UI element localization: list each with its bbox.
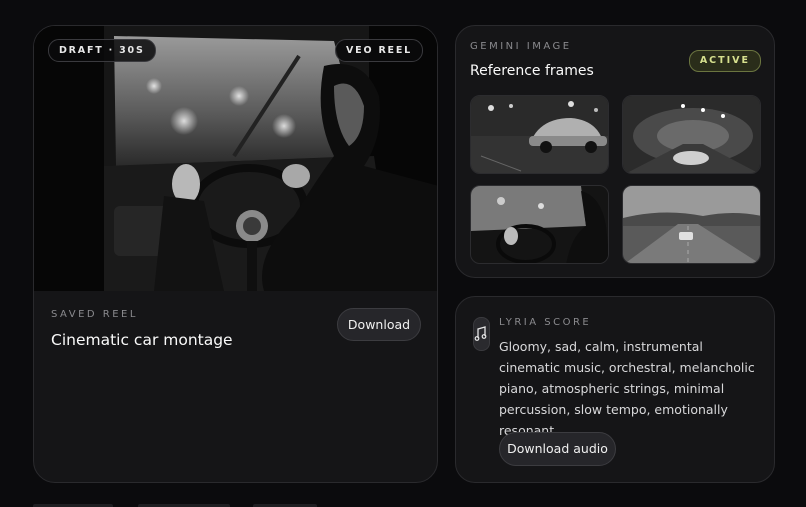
status-badge: ACTIVE xyxy=(688,50,761,72)
reel-preview-image[interactable] xyxy=(34,26,437,291)
reference-frames-title: Reference frames xyxy=(470,63,594,79)
vintage-car-rainy-street-photo xyxy=(471,96,608,173)
saved-reel-card: DRAFT · 30S VEO REEL SAVED REEL Cinemati… xyxy=(33,25,438,483)
lyria-score-eyebrow: LYRIA SCORE xyxy=(499,317,592,328)
gemini-image-card: GEMINI IMAGE Reference frames ACTIVE xyxy=(455,25,775,278)
download-audio-button[interactable]: Download audio xyxy=(499,432,616,466)
reel-title: Cinematic car montage xyxy=(51,331,233,349)
download-button[interactable]: Download xyxy=(337,308,421,341)
veo-reel-badge: VEO REEL xyxy=(335,39,423,62)
draft-duration-badge: DRAFT · 30S xyxy=(48,39,156,62)
reference-frame-1[interactable] xyxy=(470,95,609,174)
saved-reel-eyebrow: SAVED REEL xyxy=(51,309,138,320)
music-note-icon xyxy=(473,317,490,351)
lyria-score-card: LYRIA SCORE Gloomy, sad, calm, instrumen… xyxy=(455,296,775,483)
driver-hands-on-wheel-photo xyxy=(471,186,608,263)
reference-frame-2[interactable] xyxy=(622,95,761,174)
car-on-open-road-photo xyxy=(623,186,760,263)
reference-frame-4[interactable] xyxy=(622,185,761,264)
driver-photo xyxy=(34,26,437,291)
reference-frame-3[interactable] xyxy=(470,185,609,264)
gemini-image-eyebrow: GEMINI IMAGE xyxy=(470,41,572,52)
car-in-tunnel-photo xyxy=(623,96,760,173)
score-prompt-text: Gloomy, sad, calm, instrumental cinemati… xyxy=(499,339,755,438)
